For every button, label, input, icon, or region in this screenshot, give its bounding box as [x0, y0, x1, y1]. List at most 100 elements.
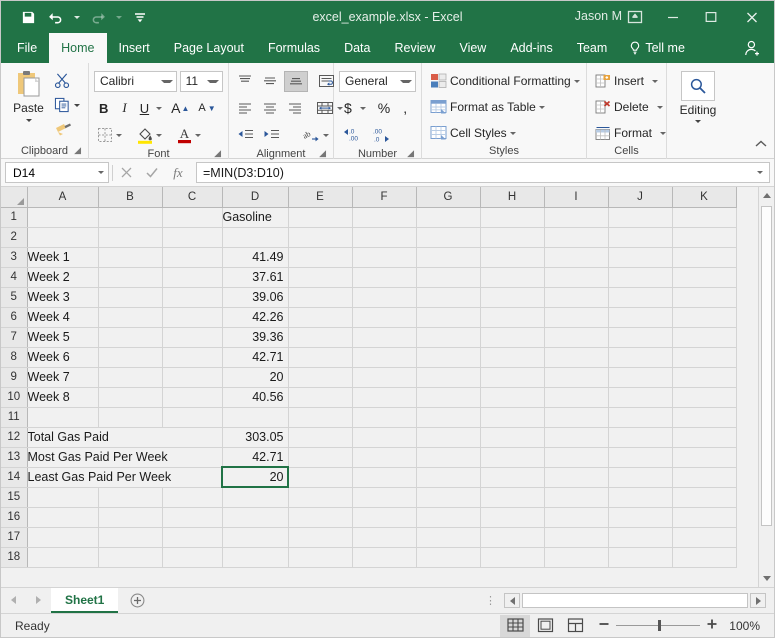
cell-I15[interactable]: [544, 487, 609, 508]
normal-view-button[interactable]: [500, 614, 530, 637]
cell-G6[interactable]: [416, 307, 481, 328]
cell-F14[interactable]: [352, 467, 417, 488]
cell-E1[interactable]: [288, 207, 353, 228]
row-header-1[interactable]: 1: [1, 207, 28, 228]
cell-E9[interactable]: [288, 367, 353, 388]
cell-A8[interactable]: Week 6: [27, 347, 99, 368]
cell-G16[interactable]: [416, 507, 481, 528]
cell-H9[interactable]: [480, 367, 545, 388]
font-name-combo[interactable]: Calibri: [94, 70, 177, 92]
cell-D6[interactable]: 42.26: [222, 307, 289, 328]
cell-E11[interactable]: [288, 407, 353, 428]
cell-A9[interactable]: Week 7: [27, 367, 99, 388]
cell-I5[interactable]: [544, 287, 609, 308]
cell-H8[interactable]: [480, 347, 545, 368]
cell-K13[interactable]: [672, 447, 737, 468]
conditional-formatting-button[interactable]: Conditional Formatting: [427, 70, 581, 92]
row-header-18[interactable]: 18: [1, 547, 28, 568]
cell-I3[interactable]: [544, 247, 609, 268]
page-layout-view-button[interactable]: [530, 615, 560, 637]
maximize-icon[interactable]: [692, 1, 730, 33]
insert-function-icon[interactable]: fx: [165, 162, 191, 183]
format-cells-button[interactable]: Format: [592, 122, 667, 144]
font-size-combo[interactable]: 11: [179, 70, 223, 92]
cell-K18[interactable]: [672, 547, 737, 568]
cell-A2[interactable]: [27, 227, 99, 248]
cell-F13[interactable]: [352, 447, 417, 468]
cell-F16[interactable]: [352, 507, 417, 528]
cell-J5[interactable]: [608, 287, 673, 308]
cell-F4[interactable]: [352, 267, 417, 288]
delete-cells-dropdown-icon[interactable]: [656, 105, 663, 109]
cell-I16[interactable]: [544, 507, 609, 528]
cell-C15[interactable]: [162, 487, 223, 508]
cell-K8[interactable]: [672, 347, 737, 368]
cell-B9[interactable]: [98, 367, 163, 388]
cell-A6[interactable]: Week 4: [27, 307, 99, 328]
zoom-slider[interactable]: [616, 620, 700, 631]
redo-icon[interactable]: [85, 5, 111, 29]
column-header-j[interactable]: J: [608, 187, 673, 208]
insert-cells-button[interactable]: Insert: [592, 70, 661, 92]
cell-I6[interactable]: [544, 307, 609, 328]
cell-B17[interactable]: [98, 527, 163, 548]
paste-dropdown-icon[interactable]: [25, 119, 32, 122]
tab-add-ins[interactable]: Add-ins: [498, 33, 564, 63]
cell-K9[interactable]: [672, 367, 737, 388]
column-header-g[interactable]: G: [416, 187, 481, 208]
account-icon[interactable]: [744, 33, 774, 63]
select-all-corner[interactable]: [1, 187, 28, 208]
cell-F10[interactable]: [352, 387, 417, 408]
cell-D13[interactable]: 42.71: [222, 447, 289, 468]
row-header-10[interactable]: 10: [1, 387, 28, 408]
row-header-9[interactable]: 9: [1, 367, 28, 388]
cell-F8[interactable]: [352, 347, 417, 368]
cell-B3[interactable]: [98, 247, 163, 268]
cell-I10[interactable]: [544, 387, 609, 408]
horizontal-scrollbar[interactable]: [504, 588, 774, 613]
cell-K5[interactable]: [672, 287, 737, 308]
borders-button[interactable]: [94, 124, 125, 146]
cell-D1[interactable]: Gasoline: [222, 207, 289, 228]
scroll-right-button[interactable]: [750, 593, 766, 608]
row-header-3[interactable]: 3: [1, 247, 28, 268]
zoom-slider-knob[interactable]: [658, 620, 661, 631]
delete-cells-button[interactable]: Delete: [592, 96, 663, 118]
number-format-combo[interactable]: General: [339, 70, 416, 92]
cell-K4[interactable]: [672, 267, 737, 288]
cell-J4[interactable]: [608, 267, 673, 288]
name-box-dropdown-icon[interactable]: [98, 171, 104, 174]
tab-review[interactable]: Review: [382, 33, 447, 63]
customize-quick-access-toolbar-icon[interactable]: [127, 5, 153, 29]
decrease-decimal-button[interactable]: .00.0: [370, 124, 398, 146]
cell-C10[interactable]: [162, 387, 223, 408]
cell-A18[interactable]: [27, 547, 99, 568]
cell-K6[interactable]: [672, 307, 737, 328]
cell-B10[interactable]: [98, 387, 163, 408]
cell-I11[interactable]: [544, 407, 609, 428]
cell-J17[interactable]: [608, 527, 673, 548]
new-sheet-button[interactable]: [118, 588, 157, 613]
row-header-14[interactable]: 14: [1, 467, 28, 488]
comma-style-button[interactable]: ,: [398, 97, 412, 119]
previous-sheet-icon[interactable]: [9, 592, 18, 610]
row-header-13[interactable]: 13: [1, 447, 28, 468]
cell-C11[interactable]: [162, 407, 223, 428]
cell-I4[interactable]: [544, 267, 609, 288]
cell-C4[interactable]: [162, 267, 223, 288]
cell-H1[interactable]: [480, 207, 545, 228]
font-color-dropdown-icon[interactable]: [195, 133, 201, 137]
cell-J11[interactable]: [608, 407, 673, 428]
column-header-k[interactable]: K: [672, 187, 737, 208]
vertical-scroll-thumb[interactable]: [761, 206, 772, 526]
cell-I17[interactable]: [544, 527, 609, 548]
cell-styles-button[interactable]: Cell Styles: [427, 122, 581, 144]
cell-C6[interactable]: [162, 307, 223, 328]
accounting-dropdown-icon[interactable]: [359, 106, 366, 110]
row-header-16[interactable]: 16: [1, 507, 28, 528]
align-right-button[interactable]: [284, 97, 306, 119]
cell-G9[interactable]: [416, 367, 481, 388]
scroll-down-button[interactable]: [759, 570, 774, 587]
cell-E10[interactable]: [288, 387, 353, 408]
cell-D7[interactable]: 39.36: [222, 327, 289, 348]
